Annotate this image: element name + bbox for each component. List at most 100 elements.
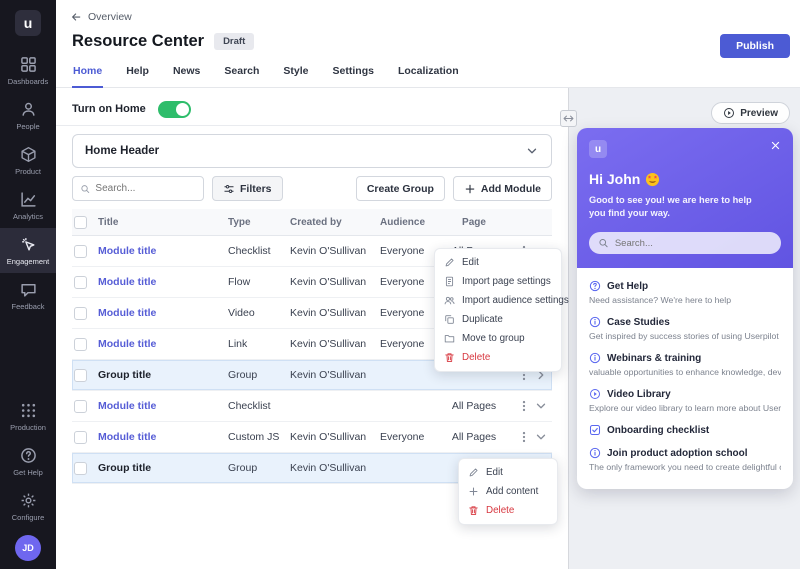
audience-icon	[444, 295, 455, 306]
row-checkbox[interactable]	[74, 400, 87, 413]
chevron-down-icon[interactable]	[534, 399, 548, 413]
sidebar-item-engagement[interactable]: Engagement	[0, 228, 56, 273]
row-title[interactable]: Module title	[98, 400, 228, 412]
menu-item-duplicate[interactable]: Duplicate	[435, 310, 561, 329]
divider	[56, 125, 568, 126]
sidebar-item-dashboards[interactable]: Dashboards	[0, 48, 56, 93]
sidebar-item-production[interactable]: Production	[0, 394, 56, 439]
row-checkbox[interactable]	[74, 462, 87, 475]
menu-item-edit[interactable]: Edit	[459, 463, 557, 482]
search-icon	[80, 183, 90, 195]
tab-localization[interactable]: Localization	[397, 58, 460, 88]
folder-icon	[444, 333, 455, 344]
tab-settings[interactable]: Settings	[332, 58, 375, 88]
menu-item-move-to-group[interactable]: Move to group	[435, 329, 561, 348]
widget-item-onboarding-checklist[interactable]: Onboarding checklist	[589, 424, 781, 436]
sidebar-item-get-help[interactable]: Get Help	[0, 439, 56, 484]
sidebar-item-label: Product	[15, 167, 41, 176]
menu-item-delete[interactable]: Delete	[459, 501, 557, 520]
preview-panel: Preview u Hi John Good to see you	[568, 88, 800, 569]
page-title: Resource Center	[72, 32, 204, 51]
tab-search[interactable]: Search	[223, 58, 260, 88]
widget-item-title: Video Library	[607, 389, 671, 400]
row-checkbox[interactable]	[74, 307, 87, 320]
row-checkbox[interactable]	[74, 276, 87, 289]
row-title[interactable]: Group title	[98, 369, 228, 381]
add-module-button[interactable]: Add Module	[453, 176, 552, 201]
row-title[interactable]: Module title	[98, 338, 228, 350]
title-row: Resource Center Draft	[72, 32, 254, 51]
question-circle-icon	[589, 280, 601, 292]
select-all-checkbox[interactable]	[74, 216, 87, 229]
menu-item-edit[interactable]: Edit	[435, 253, 561, 272]
toolbar: Filters Create Group Add Module	[72, 176, 552, 201]
menu-item-label: Import audience settings	[462, 295, 569, 306]
kebab-menu-icon[interactable]	[517, 399, 531, 413]
kebab-menu-icon[interactable]	[517, 430, 531, 444]
app-logo[interactable]: u	[15, 10, 41, 36]
sidebar-item-product[interactable]: Product	[0, 138, 56, 183]
tab-style[interactable]: Style	[282, 58, 309, 88]
filters-button[interactable]: Filters	[212, 176, 283, 201]
widget-search-input[interactable]	[615, 238, 772, 249]
tab-news[interactable]: News	[172, 58, 201, 88]
row-title[interactable]: Module title	[98, 307, 228, 319]
menu-item-label: Delete	[462, 352, 490, 363]
chevron-down-icon[interactable]	[534, 430, 548, 444]
tab-home[interactable]: Home	[72, 58, 103, 88]
search-input[interactable]	[95, 183, 196, 194]
row-page: All Pages	[444, 400, 504, 412]
row-type: Checklist	[228, 245, 290, 257]
resize-handle[interactable]	[560, 110, 577, 127]
row-title[interactable]: Group title	[98, 462, 228, 474]
sidebar-item-people[interactable]: People	[0, 93, 56, 138]
row-checkbox[interactable]	[74, 245, 87, 258]
toggle-label: Turn on Home	[72, 103, 146, 115]
menu-item-add-content[interactable]: Add content	[459, 482, 557, 501]
chevron-down-icon[interactable]	[525, 144, 539, 158]
widget-item-get-help[interactable]: Get Help Need assistance? We're here to …	[589, 280, 781, 305]
menu-item-label: Edit	[486, 467, 503, 478]
close-icon[interactable]	[770, 140, 781, 151]
row-created-by: Kevin O'Sullivan	[290, 307, 380, 319]
row-type: Group	[228, 462, 290, 474]
row-title[interactable]: Module title	[98, 245, 228, 257]
tab-help[interactable]: Help	[125, 58, 150, 88]
sidebar-item-analytics[interactable]: Analytics	[0, 183, 56, 228]
sliders-icon	[223, 183, 235, 195]
row-type: Custom JS	[228, 431, 290, 443]
menu-item-import-audience-settings[interactable]: Import audience settings	[435, 291, 561, 310]
sidebar-item-feedback[interactable]: Feedback	[0, 273, 56, 318]
create-group-button[interactable]: Create Group	[356, 176, 445, 201]
row-checkbox[interactable]	[74, 369, 87, 382]
horizontal-arrows-icon	[563, 113, 574, 124]
gear-icon	[20, 492, 37, 509]
home-header-panel[interactable]: Home Header	[72, 134, 552, 168]
home-toggle[interactable]	[158, 101, 191, 118]
menu-item-delete[interactable]: Delete	[435, 348, 561, 367]
speech-bubble-icon	[20, 281, 37, 298]
widget-item-case-studies[interactable]: Case Studies Get inspired by success sto…	[589, 316, 781, 341]
table-row[interactable]: Module title Checklist All Pages	[72, 391, 552, 422]
copy-icon	[444, 314, 455, 325]
widget-item-adoption-school[interactable]: Join product adoption school The only fr…	[589, 447, 781, 472]
menu-item-label: Edit	[462, 257, 479, 268]
breadcrumb[interactable]: Overview	[70, 11, 132, 23]
row-title[interactable]: Module title	[98, 431, 228, 443]
avatar[interactable]: JD	[15, 535, 41, 561]
plus-icon	[464, 183, 476, 195]
widget-item-title: Case Studies	[607, 317, 670, 328]
row-title[interactable]: Module title	[98, 276, 228, 288]
row-checkbox[interactable]	[74, 431, 87, 444]
widget-item-video-library[interactable]: Video Library Explore our video library …	[589, 388, 781, 413]
table-row[interactable]: Module title Custom JS Kevin O'Sullivan …	[72, 422, 552, 453]
preview-button[interactable]: Preview	[711, 102, 790, 124]
menu-item-label: Duplicate	[462, 314, 503, 325]
row-checkbox[interactable]	[74, 338, 87, 351]
menu-item-import-page-settings[interactable]: Import page settings	[435, 272, 561, 291]
sidebar-item-configure[interactable]: Configure	[0, 484, 56, 529]
widget-logo-letter: u	[595, 144, 601, 155]
widget-item-webinars[interactable]: Webinars & training valuable opportuniti…	[589, 352, 781, 377]
widget-greeting-text: Hi John	[589, 171, 640, 187]
publish-button[interactable]: Publish	[720, 34, 790, 58]
